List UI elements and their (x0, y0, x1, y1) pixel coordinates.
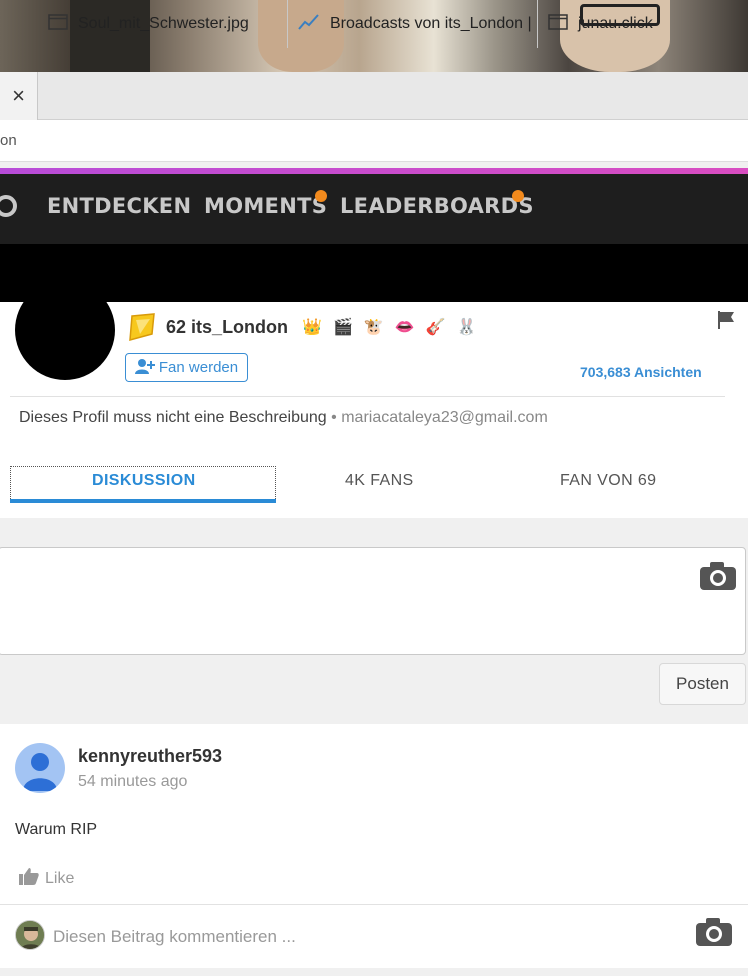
profile-name-row: 62 its_London 👑 🎬 🐮 👄 🎸 🐰 (126, 312, 488, 342)
trend-icon (298, 13, 320, 36)
site-navbar: ENTDECKEN MOMENTS LEADERBOARDS (0, 174, 748, 244)
browser-tab-broadcasts[interactable]: Broadcasts von its_London | (288, 0, 538, 48)
bunny-badge-icon: 🐰 (456, 319, 477, 336)
profile-username: 62 its_London (166, 316, 289, 337)
post-author[interactable]: kennyreuther593 (78, 746, 222, 767)
description-text: Dieses Profil muss nicht eine Beschreibu… (19, 409, 327, 426)
tab-label: Soul_mit_Schwester.jpg (78, 15, 249, 32)
like-label: Like (45, 869, 75, 887)
profile-avatar[interactable] (15, 280, 115, 380)
close-icon: × (12, 83, 25, 108)
become-fan-button[interactable]: Fan werden (125, 353, 248, 382)
avatar[interactable] (15, 743, 65, 793)
divider (10, 396, 725, 397)
crown-badge-icon: 👑 (302, 319, 322, 336)
fan-button-label: Fan werden (158, 359, 239, 376)
camera-icon[interactable] (699, 561, 737, 596)
profile-views: 703,683 Ansichten (580, 364, 702, 380)
nav-item-leaderboards[interactable]: LEADERBOARDS (340, 194, 534, 218)
cow-badge-icon: 🐮 (363, 319, 384, 336)
level-badge-icon (126, 312, 158, 342)
tab-diskussion[interactable]: DISKUSSION (92, 472, 196, 490)
post-text: Warum RIP (15, 821, 98, 838)
add-user-icon (134, 358, 155, 378)
tab-fan-von[interactable]: FAN VON 69 (560, 472, 656, 490)
guitar-badge-icon: 🎸 (425, 319, 446, 336)
like-button[interactable]: Like (19, 867, 74, 890)
lips-badge-icon: 👄 (394, 319, 415, 336)
address-text: on (0, 132, 17, 149)
separator: • (331, 409, 337, 426)
thumbs-up-icon (19, 867, 39, 890)
profile-description: Dieses Profil muss nicht eine Beschreibu… (19, 409, 548, 427)
browser-tab-bar (0, 72, 748, 120)
post-timestamp: 54 minutes ago (78, 773, 188, 790)
page-icon (48, 13, 68, 35)
nav-item-moments[interactable]: MOMENTS (204, 194, 327, 218)
post-button[interactable]: Posten (659, 663, 746, 705)
camera-badge-icon: 🎬 (332, 319, 353, 336)
tab-label: Broadcasts von its_London | (330, 15, 532, 32)
notification-dot (512, 190, 524, 202)
camera-icon[interactable] (695, 917, 733, 952)
profile-banner (0, 244, 748, 302)
profile-email: mariacataleya23@gmail.com (341, 409, 548, 426)
notification-dot (315, 190, 327, 202)
address-bar[interactable]: on (0, 120, 748, 162)
comment-input[interactable]: Diesen Beitrag kommentieren ... (53, 927, 296, 947)
avatar (15, 920, 45, 950)
nav-item-entdecken[interactable]: ENTDECKEN (47, 194, 191, 218)
tab-fans[interactable]: 4K FANS (345, 472, 414, 490)
active-tab-indicator (10, 499, 276, 503)
report-flag-icon[interactable] (716, 310, 736, 335)
page-icon (548, 13, 568, 35)
browser-tab-junau[interactable]: junau.click (538, 0, 748, 48)
search-icon[interactable] (0, 194, 26, 231)
post-composer-input[interactable] (0, 547, 746, 655)
browser-tab-soul[interactable]: Soul_mit_Schwester.jpg (38, 0, 288, 48)
tab-label: junau.click (578, 15, 653, 32)
close-tab-button[interactable]: × (0, 72, 38, 120)
